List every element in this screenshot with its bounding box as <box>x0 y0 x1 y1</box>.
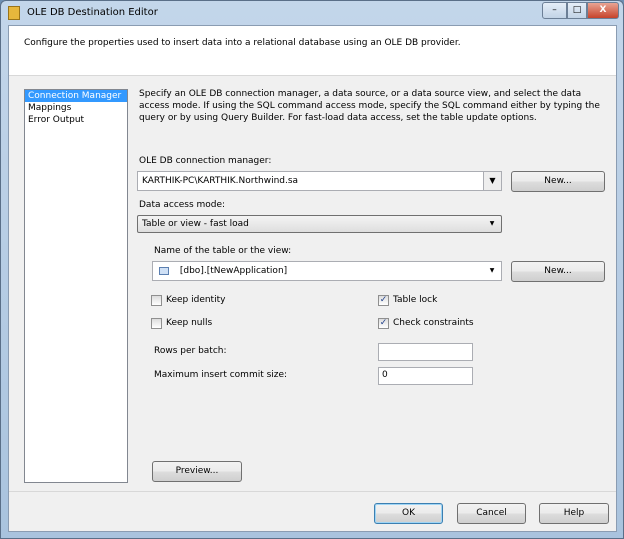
nav-item-error-output[interactable]: Error Output <box>25 114 127 126</box>
header-panel: Configure the properties used to insert … <box>9 26 616 76</box>
table-lock-checkbox[interactable]: ✓ <box>378 295 389 306</box>
access-mode-label: Data access mode: <box>139 200 225 210</box>
table-combo[interactable]: [dbo].[tNewApplication] ▼ <box>152 261 502 281</box>
access-mode-select[interactable]: Table or view - fast load ▼ <box>137 215 502 233</box>
table-icon <box>159 267 169 275</box>
new-table-button[interactable]: New... <box>511 261 605 282</box>
nav-item-mappings[interactable]: Mappings <box>25 102 127 114</box>
table-lock-label: Table lock <box>393 295 437 305</box>
new-connection-button[interactable]: New... <box>511 171 605 192</box>
nav-item-connection-manager[interactable]: Connection Manager <box>25 90 127 102</box>
close-button[interactable]: X <box>587 2 619 19</box>
table-label: Name of the table or the view: <box>154 246 291 256</box>
rows-per-batch-label: Rows per batch: <box>154 346 227 356</box>
cancel-button[interactable]: Cancel <box>457 503 526 524</box>
table-value: [dbo].[tNewApplication] <box>180 266 287 276</box>
dialog-window: OLE DB Destination Editor – □ X Configur… <box>0 0 624 539</box>
access-mode-value: Table or view - fast load <box>142 219 249 229</box>
footer-divider <box>9 491 616 492</box>
preview-button[interactable]: Preview... <box>152 461 242 482</box>
chevron-down-icon[interactable]: ▼ <box>483 262 501 280</box>
check-constraints-checkbox[interactable]: ✓ <box>378 318 389 329</box>
checkmark-icon: ✓ <box>380 318 388 328</box>
title-bar: OLE DB Destination Editor – □ X <box>1 1 623 25</box>
keep-nulls-checkbox[interactable] <box>151 318 162 329</box>
page-list: Connection Manager Mappings Error Output <box>24 89 128 483</box>
connection-value: KARTHIK-PC\KARTHIK.Northwind.sa <box>142 176 298 186</box>
max-commit-input[interactable]: 0 <box>378 367 473 385</box>
dialog-description: Configure the properties used to insert … <box>24 38 461 48</box>
window-title: OLE DB Destination Editor <box>27 7 158 18</box>
ok-button[interactable]: OK <box>374 503 443 524</box>
keep-nulls-label: Keep nulls <box>166 318 212 328</box>
checkmark-icon: ✓ <box>380 295 388 305</box>
help-button[interactable]: Help <box>539 503 609 524</box>
dialog-client: Configure the properties used to insert … <box>8 25 617 532</box>
keep-identity-checkbox[interactable] <box>151 295 162 306</box>
connection-label: OLE DB connection manager: <box>139 156 271 166</box>
minimize-button[interactable]: – <box>542 2 567 19</box>
rows-per-batch-input[interactable] <box>378 343 473 361</box>
chevron-down-icon[interactable]: ▼ <box>483 216 501 232</box>
maximize-button[interactable]: □ <box>567 2 587 19</box>
intro-text: Specify an OLE DB connection manager, a … <box>139 88 609 124</box>
chevron-down-icon[interactable]: ▼ <box>483 172 501 190</box>
keep-identity-label: Keep identity <box>166 295 225 305</box>
app-icon <box>8 6 20 20</box>
check-constraints-label: Check constraints <box>393 318 474 328</box>
max-commit-label: Maximum insert commit size: <box>154 370 287 380</box>
connection-combo[interactable]: KARTHIK-PC\KARTHIK.Northwind.sa ▼ <box>137 171 502 191</box>
